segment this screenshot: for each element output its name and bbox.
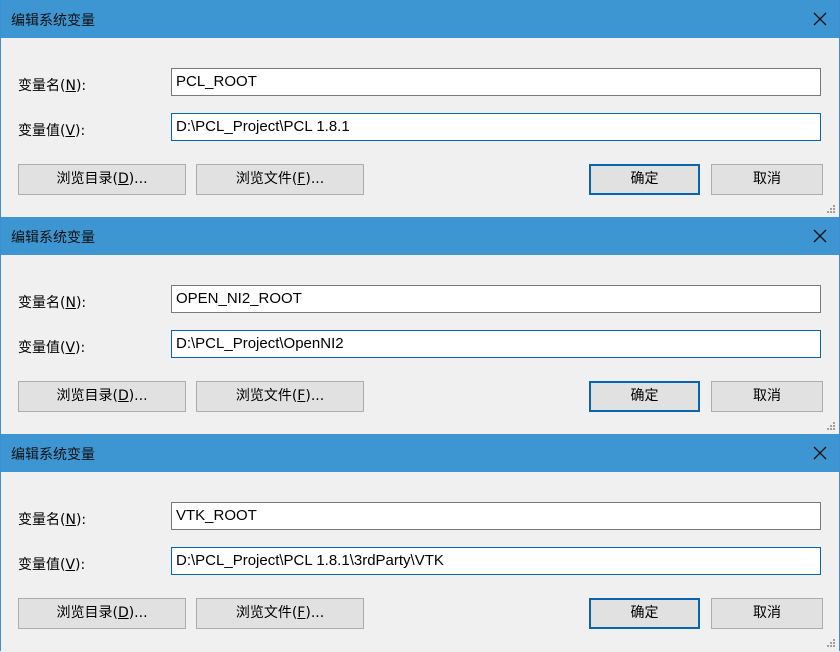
dialog-title: 编辑系统变量 bbox=[11, 13, 95, 29]
ok-button[interactable]: 确定 bbox=[589, 164, 700, 195]
title-bar[interactable]: 编辑系统变量 bbox=[1, 217, 839, 255]
dialog-title: 编辑系统变量 bbox=[11, 230, 95, 246]
title-bar[interactable]: 编辑系统变量 bbox=[1, 0, 839, 38]
cancel-button[interactable]: 取消 bbox=[711, 164, 823, 195]
variable-value-input[interactable]: D:\PCL_Project\PCL 1.8.1\3rdParty\VTK bbox=[171, 547, 821, 575]
browse-directory-button[interactable]: 浏览目录(D)... bbox=[18, 381, 186, 412]
resize-grip-icon[interactable] bbox=[826, 638, 836, 648]
edit-system-variable-dialog-1: 编辑系统变量 变量名(N): PCL_ROOT 变量值(V): D:\PCL_P… bbox=[0, 0, 840, 217]
browse-file-button[interactable]: 浏览文件(F)... bbox=[196, 164, 364, 195]
variable-value-label: 变量值(V): bbox=[18, 557, 86, 573]
dialog-title: 编辑系统变量 bbox=[11, 447, 95, 463]
close-icon bbox=[813, 12, 827, 26]
edit-system-variable-dialog-3: 编辑系统变量 变量名(N): VTK_ROOT 变量值(V): D:\PCL_P… bbox=[0, 434, 840, 651]
variable-name-input[interactable]: OPEN_NI2_ROOT bbox=[171, 285, 821, 313]
resize-grip-icon[interactable] bbox=[826, 204, 836, 214]
variable-name-label: 变量名(N): bbox=[18, 512, 87, 528]
close-icon bbox=[813, 229, 827, 243]
cancel-button[interactable]: 取消 bbox=[711, 598, 823, 629]
variable-value-label: 变量值(V): bbox=[18, 340, 86, 356]
ok-button[interactable]: 确定 bbox=[589, 598, 700, 629]
close-button[interactable] bbox=[809, 225, 831, 247]
ok-button[interactable]: 确定 bbox=[589, 381, 700, 412]
title-bar[interactable]: 编辑系统变量 bbox=[1, 434, 839, 472]
close-button[interactable] bbox=[809, 442, 831, 464]
variable-value-input[interactable]: D:\PCL_Project\OpenNI2 bbox=[171, 330, 821, 358]
edit-system-variable-dialog-2: 编辑系统变量 变量名(N): OPEN_NI2_ROOT 变量值(V): D:\… bbox=[0, 217, 840, 434]
browse-directory-button[interactable]: 浏览目录(D)... bbox=[18, 598, 186, 629]
cancel-button[interactable]: 取消 bbox=[711, 381, 823, 412]
variable-name-input[interactable]: PCL_ROOT bbox=[171, 68, 821, 96]
browse-file-button[interactable]: 浏览文件(F)... bbox=[196, 381, 364, 412]
close-icon bbox=[813, 446, 827, 460]
close-button[interactable] bbox=[809, 8, 831, 30]
browse-directory-button[interactable]: 浏览目录(D)... bbox=[18, 164, 186, 195]
resize-grip-icon[interactable] bbox=[826, 421, 836, 431]
variable-name-label: 变量名(N): bbox=[18, 78, 87, 94]
browse-file-button[interactable]: 浏览文件(F)... bbox=[196, 598, 364, 629]
variable-name-input[interactable]: VTK_ROOT bbox=[171, 502, 821, 530]
variable-value-label: 变量值(V): bbox=[18, 123, 86, 139]
variable-name-label: 变量名(N): bbox=[18, 295, 87, 311]
variable-value-input[interactable]: D:\PCL_Project\PCL 1.8.1 bbox=[171, 113, 821, 141]
